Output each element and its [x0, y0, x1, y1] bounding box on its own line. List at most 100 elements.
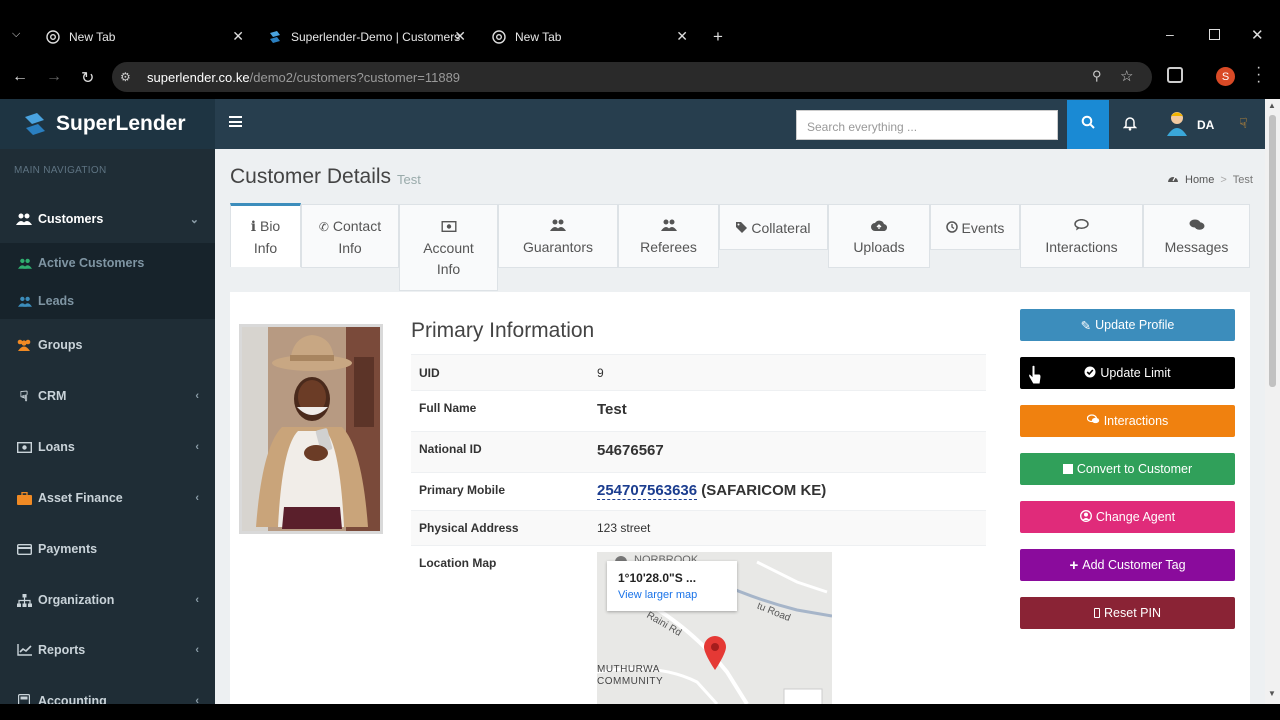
tab-account-info[interactable]: Account Info [399, 204, 498, 291]
comments-icon [1189, 216, 1205, 237]
plus-icon: + [1069, 556, 1079, 574]
button-label: Interactions [1103, 414, 1169, 428]
sidebar-item-loans[interactable]: Loans ‹ [0, 425, 215, 469]
forward-arrow-icon[interactable]: → [46, 68, 62, 86]
tab-title: New Tab [69, 30, 116, 44]
sidebar-item-asset-finance[interactable]: Asset Finance ‹ [0, 476, 215, 520]
sidebar-subitem-active-customers[interactable]: Active Customers [18, 256, 144, 270]
hand-pointer-icon[interactable]: ☟ [1239, 115, 1248, 132]
sidebar-item-label: Groups [38, 338, 83, 352]
users-icon [550, 216, 566, 237]
scroll-up-arrow-icon[interactable]: ▲ [1268, 101, 1276, 110]
info-row-national-id: National ID 54676567 [411, 431, 986, 472]
chevron-left-icon: ‹ [195, 594, 199, 606]
tab-events[interactable]: Events [930, 204, 1020, 250]
sidebar-item-label: Loans [38, 440, 75, 454]
check-circle-icon [1084, 366, 1096, 381]
sidebar-item-reports[interactable]: Reports ‹ [0, 628, 215, 672]
extensions-icon[interactable] [1167, 67, 1183, 83]
convert-to-customer-button[interactable]: Convert to Customer [1020, 453, 1235, 485]
sidebar-subitem-leads[interactable]: Leads [18, 294, 74, 308]
view-larger-map-link[interactable]: View larger map [618, 589, 697, 601]
users-icon [16, 213, 32, 225]
info-value: 54676567 [597, 442, 664, 459]
sidebar-item-label: Customers [38, 212, 104, 226]
carrier-label: (SAFARICOM KE) [697, 482, 827, 499]
tab-close-icon[interactable]: ✕ [454, 28, 466, 45]
user-initials[interactable]: DA [1197, 118, 1214, 132]
hand-pointer-icon: ☟ [19, 387, 29, 404]
brand-name: SuperLender [56, 112, 186, 135]
sidebar-item-label: Asset Finance [38, 491, 123, 505]
comments-icon [1086, 414, 1100, 428]
tab-bio-info[interactable]: i Bio Info [230, 203, 301, 267]
tab-search-icon[interactable]: ⌵ [12, 28, 20, 41]
close-window-icon[interactable]: ✕ [1251, 26, 1264, 44]
map-community-label: MUTHURWA COMMUNITY [597, 664, 663, 688]
customer-photo[interactable] [239, 324, 383, 534]
hamburger-menu-icon[interactable] [229, 116, 242, 127]
update-profile-button[interactable]: ✎ Update Profile [1020, 309, 1235, 341]
sidebar-heading: MAIN NAVIGATION [14, 165, 107, 176]
tab-close-icon[interactable]: ✕ [676, 28, 688, 45]
sidebar-item-label: Payments [38, 542, 98, 556]
page-subtitle: Test [397, 172, 421, 187]
tab-close-icon[interactable]: ✕ [232, 28, 244, 45]
change-agent-button[interactable]: Change Agent [1020, 501, 1235, 533]
minimize-icon[interactable]: – [1166, 26, 1174, 42]
location-pin-icon[interactable]: ⚲ [1092, 68, 1102, 84]
add-customer-tag-button[interactable]: + Add Customer Tag [1020, 549, 1235, 581]
tab-messages[interactable]: Messages [1143, 204, 1250, 268]
reload-icon[interactable]: ↻ [81, 68, 94, 88]
interactions-button[interactable]: Interactions [1020, 405, 1235, 437]
tab-interactions[interactable]: Interactions [1020, 204, 1143, 268]
clock-icon [945, 220, 962, 236]
tab-collateral[interactable]: Collateral [719, 204, 828, 250]
tab-referees[interactable]: Referees [618, 204, 719, 268]
browser-menu-icon[interactable]: · · · [1256, 60, 1261, 90]
users-icon [18, 296, 32, 307]
new-tab-icon[interactable]: + [713, 27, 723, 47]
browser-tab-3[interactable]: New Tab ✕ [492, 24, 690, 50]
tab-guarantors[interactable]: Guarantors [498, 204, 618, 268]
sidebar-subitem-label: Leads [38, 294, 75, 308]
site-info-icon[interactable]: ⚙ [120, 70, 131, 84]
sidebar-item-crm[interactable]: ☟ CRM ‹ [0, 374, 215, 418]
phone-link[interactable]: 254707563636 [597, 482, 698, 500]
url-text[interactable]: superlender.co.ke/demo2/customers?custom… [147, 70, 460, 85]
user-avatar[interactable] [1166, 110, 1188, 141]
browser-window: ⌵ New Tab ✕ Superlender-Demo | Customers… [0, 0, 1280, 720]
button-label: Update Limit [1100, 366, 1171, 380]
browser-tab-2[interactable]: Superlender-Demo | Customers ✕ [268, 24, 470, 50]
sidebar-item-customers[interactable]: Customers ⌄ [0, 197, 215, 241]
tab-uploads[interactable]: Uploads [828, 204, 930, 268]
brand-logo[interactable]: SuperLender [0, 99, 215, 149]
update-limit-button[interactable]: Update Limit [1020, 357, 1235, 389]
scroll-down-arrow-icon[interactable]: ▼ [1268, 689, 1276, 698]
breadcrumb-current: Test [1232, 173, 1253, 186]
back-arrow-icon[interactable]: ← [12, 68, 28, 86]
info-label: Primary Mobile [419, 483, 506, 497]
reset-pin-button[interactable]: Reset PIN [1020, 597, 1235, 629]
tab-title: New Tab [515, 30, 562, 44]
maximize-icon[interactable] [1209, 29, 1220, 40]
users-icon [660, 216, 677, 237]
sidebar-item-organization[interactable]: Organization ‹ [0, 578, 215, 622]
breadcrumb-home-link[interactable]: Home [1185, 174, 1214, 186]
map-pin-icon[interactable] [703, 636, 727, 675]
profile-avatar[interactable]: S [1216, 67, 1235, 86]
sidebar-item-groups[interactable]: Groups [0, 323, 215, 367]
tab-contact-info[interactable]: ✆ Contact Info [301, 204, 399, 268]
browser-tab-1[interactable]: New Tab ✕ [46, 24, 246, 50]
button-label: Change Agent [1095, 510, 1176, 524]
sidebar-item-payments[interactable]: Payments [0, 527, 215, 571]
bookmark-star-icon[interactable]: ☆ [1120, 67, 1133, 85]
superlender-logo-icon [268, 30, 282, 44]
info-row-full-name: Full Name Test [411, 390, 986, 431]
search-button[interactable] [1067, 100, 1109, 149]
cloud-upload-icon [871, 216, 888, 237]
search-input[interactable]: Search everything ... [796, 110, 1058, 140]
scrollbar-thumb[interactable] [1269, 115, 1276, 387]
tab-label: Contact [332, 217, 382, 234]
bell-icon[interactable] [1122, 116, 1138, 136]
